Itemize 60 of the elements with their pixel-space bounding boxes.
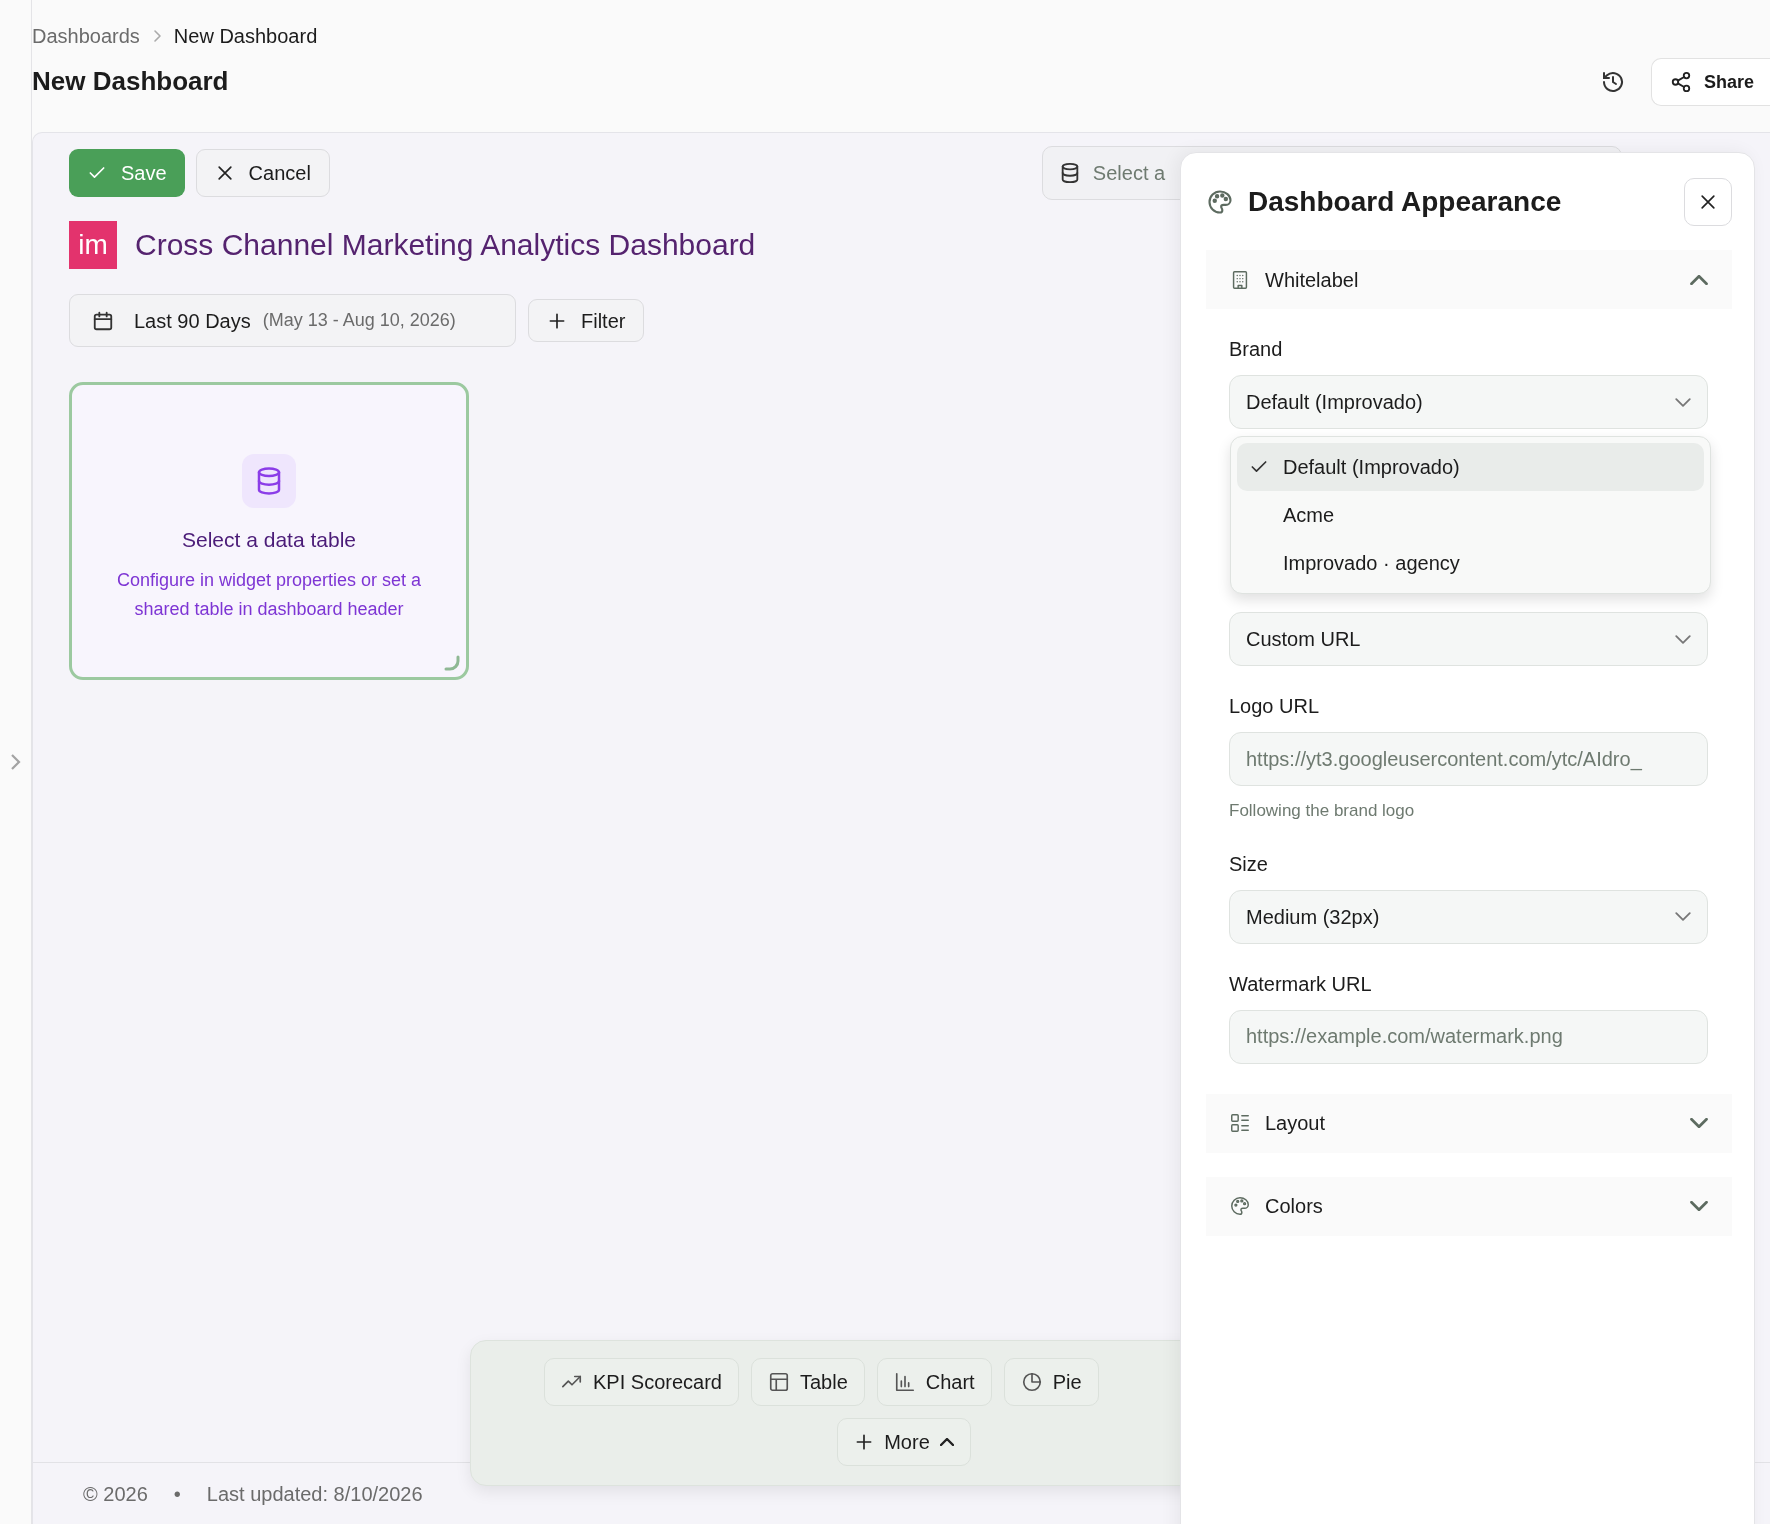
- section-header[interactable]: Colors: [1206, 1176, 1732, 1236]
- widget-title: Select a data table: [182, 527, 356, 553]
- input-field[interactable]: https://yt3.googleusercontent.com/ytc/AIdro_: [1229, 732, 1708, 786]
- select-field[interactable]: Medium (32px): [1229, 889, 1708, 944]
- share-icon: [1669, 71, 1692, 93]
- widget-card[interactable]: Select a data table Configure in widget properties or set a shared table in dashboard header: [69, 382, 469, 680]
- pie-chart-icon: [1020, 1371, 1043, 1393]
- chevron-down-icon: [1675, 397, 1691, 407]
- filter-button[interactable]: Filter: [528, 299, 645, 342]
- date-range-label: Last 90 Days: [134, 308, 251, 334]
- chevron-down-icon: [1675, 912, 1691, 921]
- select-field[interactable]: Default (Improvado): [1229, 375, 1708, 429]
- history-icon[interactable]: [1600, 70, 1625, 94]
- chevron-down-icon: [1690, 1201, 1708, 1211]
- field-label: Logo URL: [1229, 694, 1321, 718]
- dropdown-option[interactable]: Acme: [1237, 491, 1704, 539]
- cancel-button[interactable]: Cancel: [195, 149, 330, 197]
- resize-handle-icon: [444, 655, 460, 671]
- caret-up-icon: [939, 1438, 954, 1446]
- breadcrumb-link[interactable]: Dashboards: [32, 20, 140, 51]
- calendar-icon: [92, 309, 114, 332]
- add-widget-button[interactable]: KPI Scorecard: [544, 1358, 739, 1406]
- dashboard-title: Cross Channel Marketing Analytics Dashboard: [135, 227, 756, 263]
- select-field[interactable]: Custom URL: [1229, 612, 1708, 666]
- section-header[interactable]: Layout: [1206, 1093, 1732, 1153]
- palette-icon: [1206, 188, 1234, 216]
- field-label: Size: [1229, 851, 1269, 876]
- date-range-dates: (May 13 - Aug 10, 2026): [262, 309, 456, 332]
- panel-title: Dashboard Appearance: [1248, 185, 1563, 219]
- chevron-down-icon: [1690, 1118, 1708, 1128]
- separator-dot: •: [173, 1481, 181, 1507]
- more-button[interactable]: More: [837, 1418, 971, 1466]
- bar-chart-icon: [893, 1371, 916, 1393]
- share-button[interactable]: Share: [1650, 58, 1770, 106]
- add-widget-button[interactable]: Table: [750, 1358, 865, 1406]
- field-label: Watermark URL: [1229, 971, 1373, 996]
- dropdown-option[interactable]: Improvado · agency: [1237, 539, 1704, 587]
- chevron-up-icon: [1690, 274, 1708, 285]
- last-updated-text: Last updated: 8/10/2026: [206, 1481, 423, 1507]
- close-icon: [1698, 192, 1718, 212]
- breadcrumb-current: New Dashboard: [173, 23, 318, 49]
- close-button[interactable]: [1684, 178, 1732, 226]
- page-title: New Dashboard: [32, 66, 229, 98]
- dropdown-option[interactable]: Default (Improvado): [1237, 443, 1704, 491]
- help-text: Following the brand logo: [1229, 800, 1416, 822]
- chevron-right-icon: [151, 28, 162, 43]
- brand-logo: im: [69, 221, 117, 269]
- table-icon: [767, 1371, 790, 1393]
- section-header[interactable]: Whitelabel: [1206, 250, 1732, 309]
- date-range-button[interactable]: Last 90 Days (May 13 - Aug 10, 2026): [69, 294, 516, 347]
- copyright-text: © 2026: [83, 1481, 148, 1507]
- add-widget-button[interactable]: Chart: [876, 1358, 992, 1406]
- widget-description: Configure in widget properties or set a shared table in dashboard header: [115, 568, 423, 621]
- palette-icon: [1229, 1195, 1251, 1217]
- select-placeholder: Select a: [1092, 161, 1166, 186]
- input-field[interactable]: https://example.com/watermark.png: [1229, 1009, 1708, 1064]
- layout-icon: [1229, 1112, 1251, 1134]
- field-label: Brand: [1229, 337, 1284, 361]
- chevron-down-icon: [1675, 634, 1691, 644]
- add-widget-button[interactable]: Pie: [1003, 1358, 1099, 1406]
